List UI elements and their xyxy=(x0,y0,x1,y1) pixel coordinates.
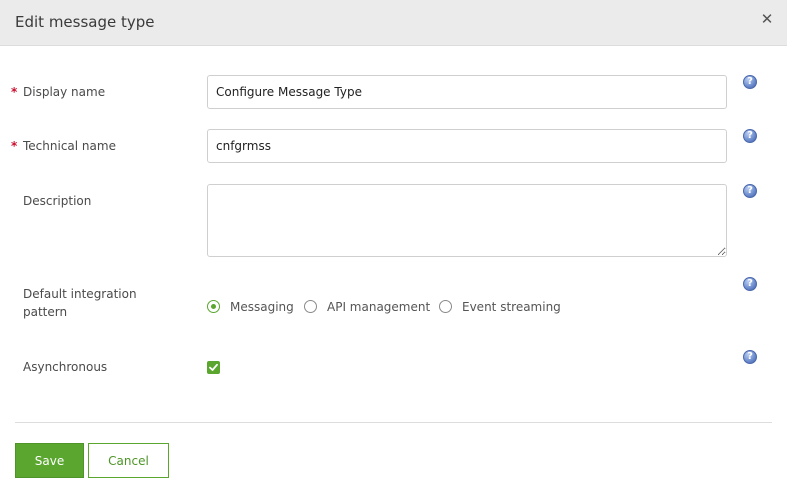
radio-label: Event streaming xyxy=(462,300,561,314)
radio-button[interactable] xyxy=(304,300,317,313)
help-icon[interactable]: ? xyxy=(743,184,757,198)
radio-label: Messaging xyxy=(230,300,294,314)
integration-pattern-label-line2: pattern xyxy=(23,305,68,319)
radio-label: API management xyxy=(327,300,431,314)
help-icon[interactable]: ? xyxy=(743,75,757,89)
cancel-button[interactable]: Cancel xyxy=(88,443,169,478)
save-button[interactable]: Save xyxy=(15,443,84,478)
asynchronous-checkbox[interactable] xyxy=(207,361,220,374)
close-icon[interactable]: ✕ xyxy=(759,11,775,27)
radio-button[interactable] xyxy=(439,300,452,313)
help-icon[interactable]: ? xyxy=(743,350,757,364)
required-marker: * xyxy=(11,139,18,153)
display-name-label: Display name xyxy=(23,85,106,99)
footer-divider xyxy=(15,422,772,423)
help-icon[interactable]: ? xyxy=(743,129,757,143)
dialog-title: Edit message type xyxy=(15,13,155,31)
description-label: Description xyxy=(23,194,92,208)
asynchronous-label: Asynchronous xyxy=(23,360,108,374)
dialog-header: Edit message type ✕ xyxy=(0,0,787,46)
checkmark-icon xyxy=(209,363,218,371)
integration-pattern-label-line1: Default integration xyxy=(23,287,137,301)
help-icon[interactable]: ? xyxy=(743,277,757,291)
radio-button-checked[interactable] xyxy=(207,300,220,313)
display-name-input[interactable] xyxy=(207,75,727,109)
technical-name-input[interactable] xyxy=(207,129,727,163)
description-textarea[interactable] xyxy=(207,184,727,257)
required-marker: * xyxy=(11,85,18,99)
technical-name-label: Technical name xyxy=(23,139,116,153)
